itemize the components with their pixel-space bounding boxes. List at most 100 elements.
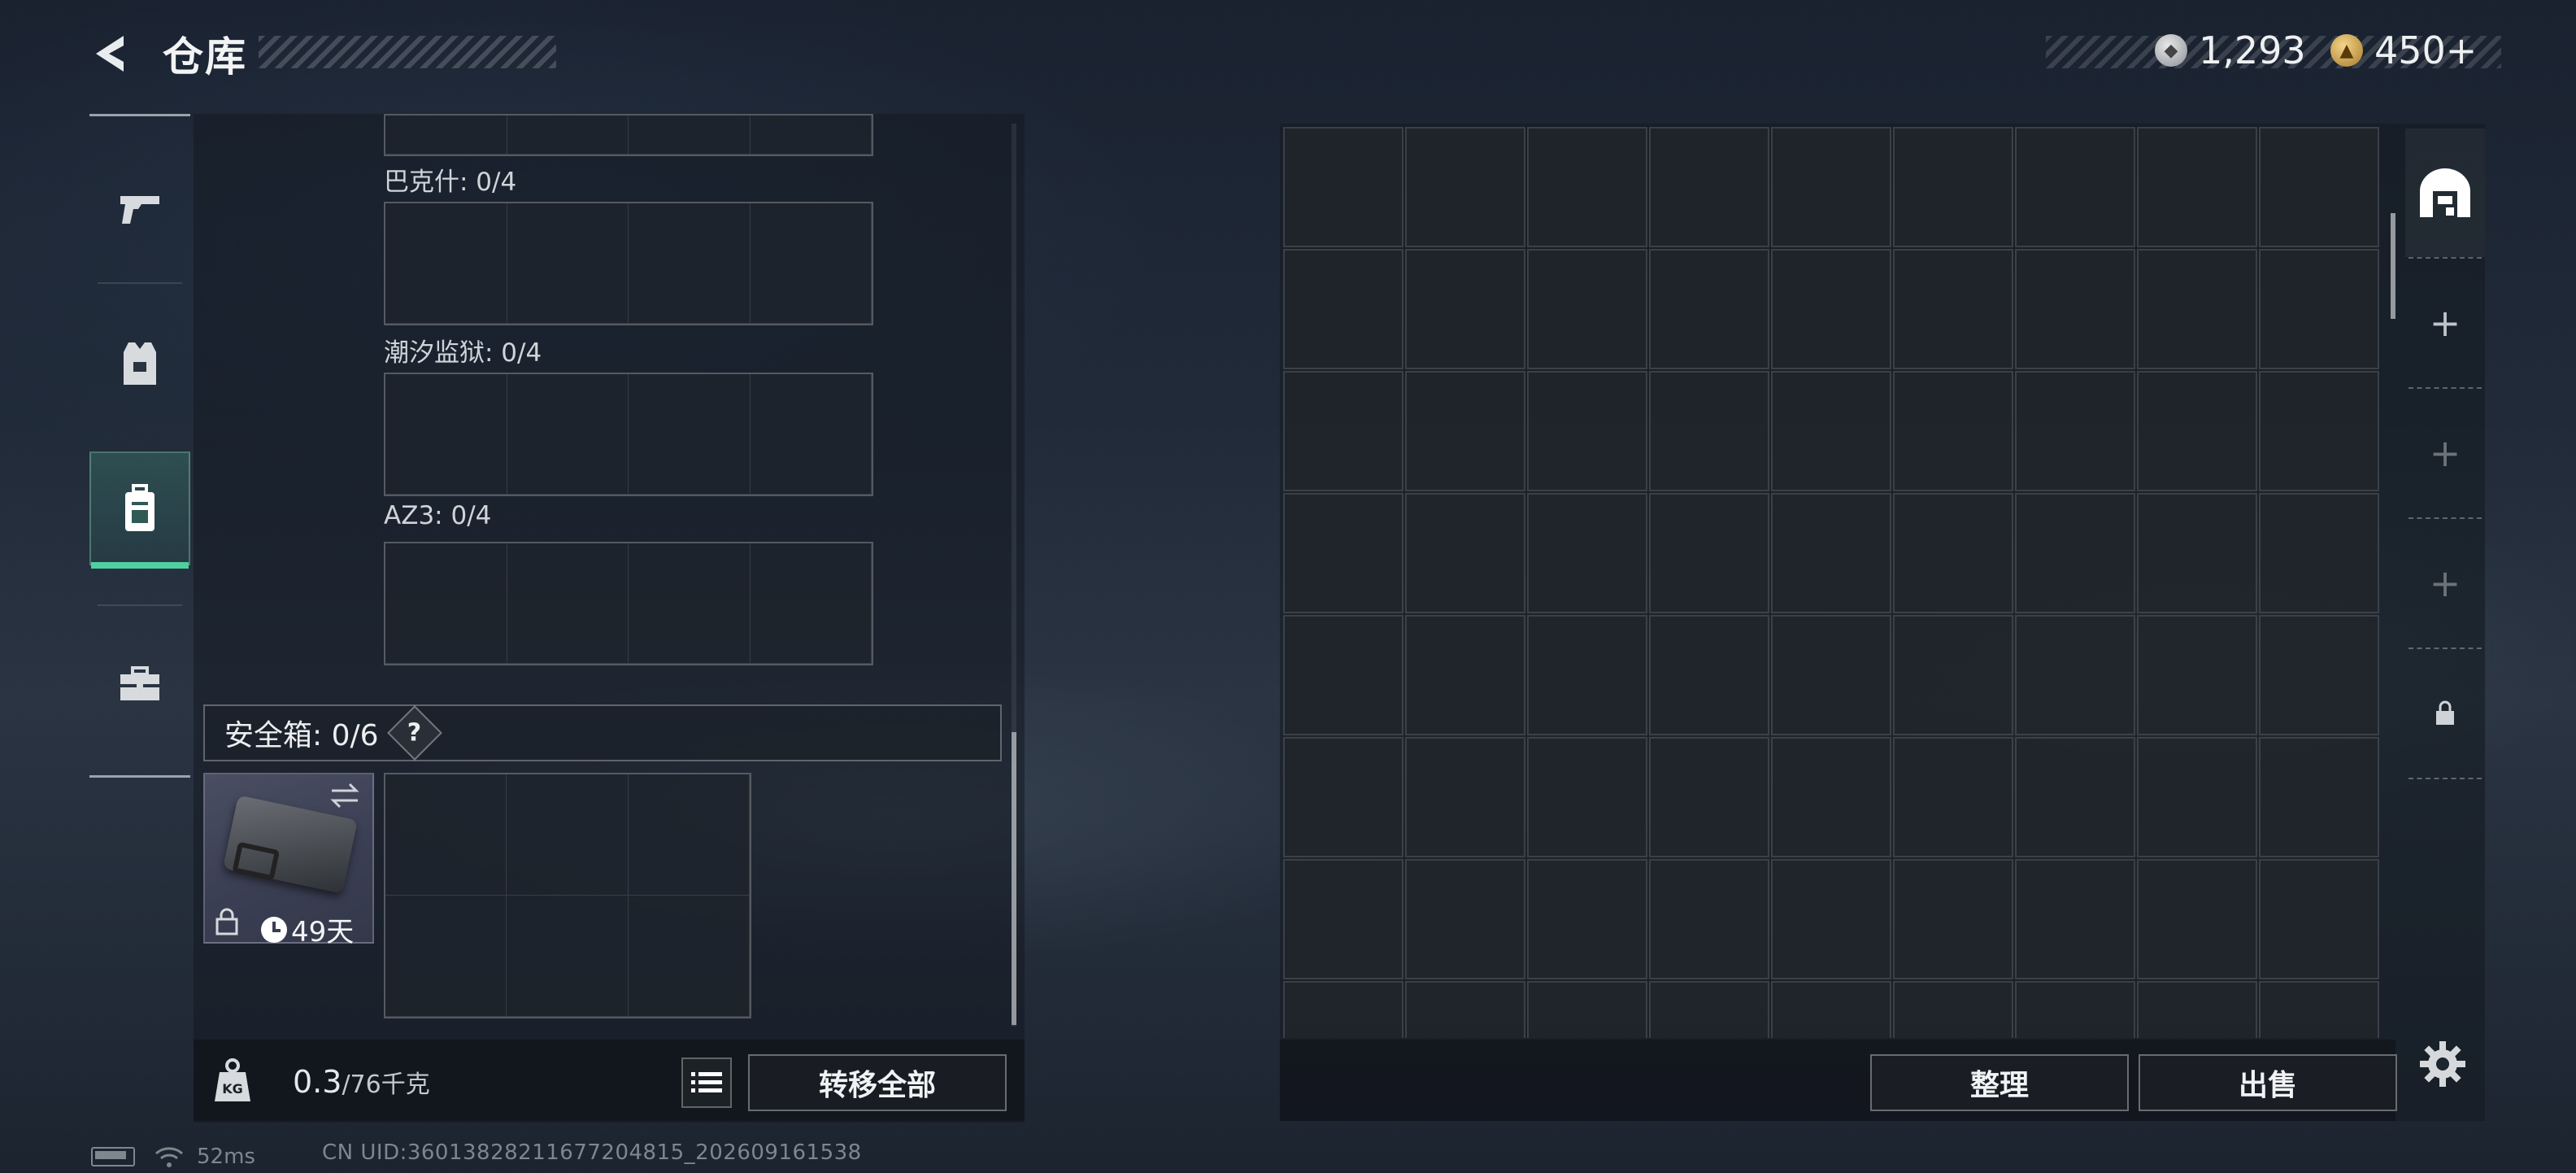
warehouse-cell[interactable] bbox=[1771, 493, 1891, 613]
warehouse-cell[interactable] bbox=[1527, 981, 1647, 1038]
warehouse-cell[interactable] bbox=[1527, 859, 1647, 979]
scrollbar-thumb[interactable] bbox=[1012, 732, 1016, 1025]
sort-button[interactable]: 整理 bbox=[1870, 1054, 2129, 1111]
warehouse-cell[interactable] bbox=[2259, 981, 2379, 1038]
help-button[interactable]: ? bbox=[386, 705, 442, 761]
warehouse-cell[interactable] bbox=[1771, 127, 1891, 247]
warehouse-cell[interactable] bbox=[1405, 493, 1525, 613]
warehouse-cell[interactable] bbox=[1283, 127, 1403, 247]
warehouse-cell[interactable] bbox=[1283, 981, 1403, 1038]
warehouse-cell[interactable] bbox=[1405, 737, 1525, 857]
warehouse-cell[interactable] bbox=[2259, 127, 2379, 247]
warehouse-cell[interactable] bbox=[2015, 615, 2135, 735]
warehouse-cell[interactable] bbox=[2137, 493, 2257, 613]
warehouse-cell[interactable] bbox=[2259, 615, 2379, 735]
warehouse-cell[interactable] bbox=[2137, 859, 2257, 979]
warehouse-cell[interactable] bbox=[2015, 249, 2135, 369]
warehouse-cell[interactable] bbox=[1405, 981, 1525, 1038]
warehouse-grid[interactable] bbox=[1283, 127, 2382, 1038]
warehouse-cell[interactable] bbox=[2259, 737, 2379, 857]
container-grid[interactable] bbox=[384, 202, 873, 325]
safebox-grid[interactable] bbox=[384, 773, 751, 1018]
warehouse-cell[interactable] bbox=[1649, 859, 1769, 979]
warehouse-cell[interactable] bbox=[1405, 371, 1525, 491]
warehouse-cell[interactable] bbox=[2015, 737, 2135, 857]
warehouse-cell[interactable] bbox=[2137, 737, 2257, 857]
transfer-all-button[interactable]: 转移全部 bbox=[748, 1054, 1007, 1111]
tab-storage-main[interactable] bbox=[2405, 129, 2485, 257]
warehouse-cell[interactable] bbox=[1405, 249, 1525, 369]
warehouse-cell[interactable] bbox=[2259, 371, 2379, 491]
gold-amount: 450+ bbox=[2374, 28, 2478, 72]
warehouse-cell[interactable] bbox=[1283, 615, 1403, 735]
warehouse-cell[interactable] bbox=[1893, 737, 2013, 857]
warehouse-cell[interactable] bbox=[1771, 737, 1891, 857]
warehouse-cell[interactable] bbox=[1283, 859, 1403, 979]
warehouse-cell[interactable] bbox=[1527, 737, 1647, 857]
sidebar-item-supplies[interactable] bbox=[89, 627, 190, 741]
warehouse-cell[interactable] bbox=[2015, 981, 2135, 1038]
warehouse-cell[interactable] bbox=[2137, 615, 2257, 735]
warehouse-cell[interactable] bbox=[2015, 127, 2135, 247]
warehouse-cell[interactable] bbox=[1893, 371, 2013, 491]
warehouse-cell[interactable] bbox=[2137, 371, 2257, 491]
warehouse-cell[interactable] bbox=[1893, 249, 2013, 369]
warehouse-cell[interactable] bbox=[2259, 859, 2379, 979]
warehouse-cell[interactable] bbox=[1893, 615, 2013, 735]
warehouse-cell[interactable] bbox=[1771, 249, 1891, 369]
warehouse-cell[interactable] bbox=[2137, 249, 2257, 369]
sidebar-item-weapons[interactable] bbox=[89, 152, 190, 266]
warehouse-cell[interactable] bbox=[1771, 981, 1891, 1038]
warehouse-cell[interactable] bbox=[2015, 859, 2135, 979]
warehouse-cell[interactable] bbox=[1405, 127, 1525, 247]
warehouse-cell[interactable] bbox=[1283, 737, 1403, 857]
warehouse-cell[interactable] bbox=[1527, 493, 1647, 613]
warehouse-cell[interactable] bbox=[1649, 615, 1769, 735]
warehouse-cell[interactable] bbox=[1893, 127, 2013, 247]
warehouse-cell[interactable] bbox=[1405, 859, 1525, 979]
settings-button[interactable] bbox=[2418, 1040, 2467, 1088]
warehouse-cell[interactable] bbox=[2015, 493, 2135, 613]
warehouse-cell[interactable] bbox=[1649, 127, 1769, 247]
swap-icon[interactable] bbox=[329, 781, 361, 813]
sidebar-item-containers[interactable] bbox=[89, 451, 190, 569]
warehouse-cell[interactable] bbox=[1527, 615, 1647, 735]
tab-locked[interactable] bbox=[2405, 649, 2485, 778]
warehouse-cell[interactable] bbox=[1771, 615, 1891, 735]
warehouse-cell[interactable] bbox=[2137, 981, 2257, 1038]
sidebar-item-armor[interactable] bbox=[89, 307, 190, 421]
warehouse-cell[interactable] bbox=[2259, 249, 2379, 369]
tab-add-storage[interactable]: + bbox=[2405, 259, 2485, 387]
warehouse-cell[interactable] bbox=[1649, 493, 1769, 613]
warehouse-cell[interactable] bbox=[2015, 371, 2135, 491]
warehouse-cell[interactable] bbox=[1893, 981, 2013, 1038]
back-button[interactable] bbox=[88, 29, 137, 78]
container-grid[interactable] bbox=[384, 373, 873, 496]
warehouse-cell[interactable] bbox=[1283, 249, 1403, 369]
warehouse-cell[interactable] bbox=[1649, 737, 1769, 857]
warehouse-cell[interactable] bbox=[1893, 859, 2013, 979]
warehouse-cell[interactable] bbox=[1649, 249, 1769, 369]
warehouse-cell[interactable] bbox=[1405, 615, 1525, 735]
warehouse-cell[interactable] bbox=[1649, 371, 1769, 491]
warehouse-cell[interactable] bbox=[1527, 127, 1647, 247]
currency-silver[interactable]: ◆ 1,293 bbox=[2155, 28, 2306, 73]
tab-add-storage[interactable]: + bbox=[2405, 389, 2485, 517]
warehouse-cell[interactable] bbox=[1283, 371, 1403, 491]
warehouse-cell[interactable] bbox=[1649, 981, 1769, 1038]
warehouse-cell[interactable] bbox=[1283, 493, 1403, 613]
warehouse-cell[interactable] bbox=[1771, 859, 1891, 979]
safebox-item[interactable]: 49天 bbox=[203, 773, 374, 948]
warehouse-cell[interactable] bbox=[1527, 249, 1647, 369]
warehouse-cell[interactable] bbox=[1771, 371, 1891, 491]
list-view-button[interactable] bbox=[681, 1057, 732, 1108]
tab-add-storage[interactable]: + bbox=[2405, 519, 2485, 648]
warehouse-scrollbar[interactable] bbox=[2391, 213, 2395, 319]
warehouse-cell[interactable] bbox=[1893, 493, 2013, 613]
warehouse-cell[interactable] bbox=[2137, 127, 2257, 247]
sell-button[interactable]: 出售 bbox=[2139, 1054, 2397, 1111]
warehouse-cell[interactable] bbox=[1527, 371, 1647, 491]
currency-gold[interactable]: ▲ 450+ bbox=[2330, 28, 2477, 73]
container-grid[interactable] bbox=[384, 542, 873, 665]
warehouse-cell[interactable] bbox=[2259, 493, 2379, 613]
